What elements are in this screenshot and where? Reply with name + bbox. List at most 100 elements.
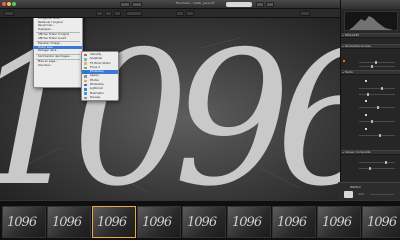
info-button[interactable] [300, 11, 310, 16]
submenu-item-label: FX Photo Studio [90, 61, 111, 65]
window-title: FR-mtoke - milstr_pano.tif [175, 1, 215, 5]
filmstrip-thumbnail[interactable]: 1096 [137, 206, 181, 238]
checkbox[interactable] [365, 80, 368, 83]
submenu-item-label: Preview [90, 95, 101, 99]
filmstrip-thumbnail[interactable]: 1096 [92, 206, 136, 238]
app-window: FR-mtoke - milstr_pano.tif 09 Enregistre… [0, 0, 400, 240]
app-icon [84, 62, 87, 65]
app-icon [84, 83, 87, 87]
thumbnail-numerals: 1096 [232, 215, 262, 230]
checkbox[interactable] [365, 100, 368, 103]
submenu-item-label: Focus 2 [90, 65, 100, 69]
filmstrip-thumbnail[interactable]: 1096 [317, 206, 361, 238]
checkbox[interactable] [365, 128, 368, 131]
slider-knob[interactable] [369, 167, 371, 170]
slider-contrast[interactable] [359, 66, 395, 67]
menu-item[interactable]: Commander des tirages... [34, 55, 82, 59]
slider-knob[interactable] [371, 65, 373, 68]
filmstrip: 1096 1096 1096 1096 1096 1096 1096 1096 1096 [0, 200, 400, 240]
toolbar-button-compare[interactable] [132, 2, 142, 7]
section-adjustments[interactable]: REGLAGES [341, 33, 400, 38]
disclosure-triangle-icon [342, 72, 345, 74]
app-icon [84, 96, 87, 100]
menu-item[interactable]: Partager dans... [34, 49, 82, 53]
slider-knob[interactable] [385, 161, 387, 164]
slider-warmth[interactable] [359, 121, 395, 122]
section-curves[interactable]: Calque / Composite [341, 150, 400, 155]
slider-exposure[interactable] [359, 62, 395, 63]
slider-opacity[interactable] [359, 162, 395, 163]
slider-blend[interactable] [359, 168, 395, 169]
thumbnail-numerals: 1096 [367, 215, 397, 230]
menu-item[interactable]: Imprimer... [34, 64, 82, 68]
section-tint[interactable]: Teinte [341, 70, 400, 75]
slider-saturation[interactable] [359, 94, 395, 95]
inspector-header [341, 0, 400, 9]
close-window-icon[interactable] [2, 2, 6, 6]
zoom-window-icon[interactable] [12, 2, 16, 6]
submenu-item[interactable]: Preview [82, 96, 118, 100]
brush-label: PINCEAU [350, 186, 361, 189]
brush-button[interactable] [114, 11, 121, 16]
menu-item[interactable]: Dupliquer... [34, 28, 82, 32]
view-mode-button[interactable] [126, 11, 142, 16]
minimize-window-icon[interactable] [7, 2, 11, 6]
tool-toolbar [0, 9, 340, 18]
disclosure-triangle-icon [342, 35, 345, 37]
slider-knob[interactable] [367, 93, 369, 96]
thumbnail-numerals: 1096 [142, 215, 172, 230]
slider-knob[interactable] [377, 106, 379, 109]
slider-tint[interactable] [359, 88, 395, 89]
context-menu: OuvrirOuvrir depuisFermerEnregistrerEnre… [33, 18, 83, 88]
submenu-item-label: Lightroom [90, 87, 104, 91]
filmstrip-thumbnail[interactable]: 1096 [182, 206, 226, 238]
checkbox[interactable] [365, 114, 368, 117]
thumbnail-numerals: 1096 [7, 215, 37, 230]
filmstrip-thumbnail[interactable]: 1096 [272, 206, 316, 238]
menu-item[interactable]: Afficher fichier ouvert [34, 37, 82, 41]
slider-knob[interactable] [375, 61, 377, 64]
inspector-panel: REGLAGES Paramètres de base Teinte Calqu… [340, 0, 400, 200]
submenu-item-label: Photos [90, 78, 99, 82]
open-with-submenu: Intensify Snapheal FX Photo Studio Focus 2P… [81, 51, 119, 101]
search-input[interactable] [226, 2, 252, 7]
image-canvas[interactable]: 1096 OuvrirOuvrir depuisFermerEnregistre… [0, 18, 340, 200]
thumbnail-numerals: 1096 [187, 215, 217, 230]
brush-preview-icon[interactable] [344, 191, 353, 198]
section-enabled-icon[interactable] [343, 60, 345, 62]
rotate-button[interactable] [176, 11, 184, 16]
app-icon [84, 92, 87, 96]
straighten-button[interactable] [105, 11, 112, 16]
submenu-item-label: Pixelmator [90, 91, 104, 95]
filmstrip-thumbnail[interactable]: 1096 [227, 206, 271, 238]
disclosure-triangle-icon [342, 152, 345, 154]
filmstrip-thumbnail[interactable]: 1096 [2, 206, 46, 238]
toolbar-button-export[interactable] [256, 2, 264, 7]
slider-fade[interactable] [359, 135, 395, 136]
disclosure-triangle-icon [342, 46, 345, 48]
app-icon [84, 53, 87, 57]
submenu-item-label: Snapheal [90, 57, 103, 61]
thumbnail-numerals: 1096 [277, 215, 307, 230]
filmstrip-thumbnail[interactable]: 1096 [47, 206, 91, 238]
submenu-item-label: Intensify [90, 53, 102, 56]
thumbnail-numerals: 1096 [97, 215, 127, 230]
slider-knob[interactable] [381, 87, 383, 90]
section-basic[interactable]: Paramètres de base [341, 44, 400, 49]
filmstrip-thumbnail[interactable]: 1096 [362, 206, 400, 238]
submenu-item-label: Photoshop [90, 70, 104, 74]
crop-button[interactable] [96, 11, 103, 16]
slider-knob[interactable] [371, 120, 373, 123]
toolbar-button-view[interactable] [120, 2, 130, 7]
brush-size-slider[interactable] [370, 194, 394, 195]
submenu-item-label: Photoshop [90, 83, 104, 87]
app-icon [84, 75, 87, 78]
app-icon [84, 58, 87, 61]
submenu-item-label: Aperçu [90, 74, 100, 78]
zoom-button[interactable] [4, 11, 14, 16]
slider-knob[interactable] [379, 134, 381, 137]
app-icon [84, 70, 87, 74]
toolbar-button-share[interactable] [266, 2, 274, 7]
flip-button[interactable] [186, 11, 194, 16]
app-icon [84, 88, 87, 91]
